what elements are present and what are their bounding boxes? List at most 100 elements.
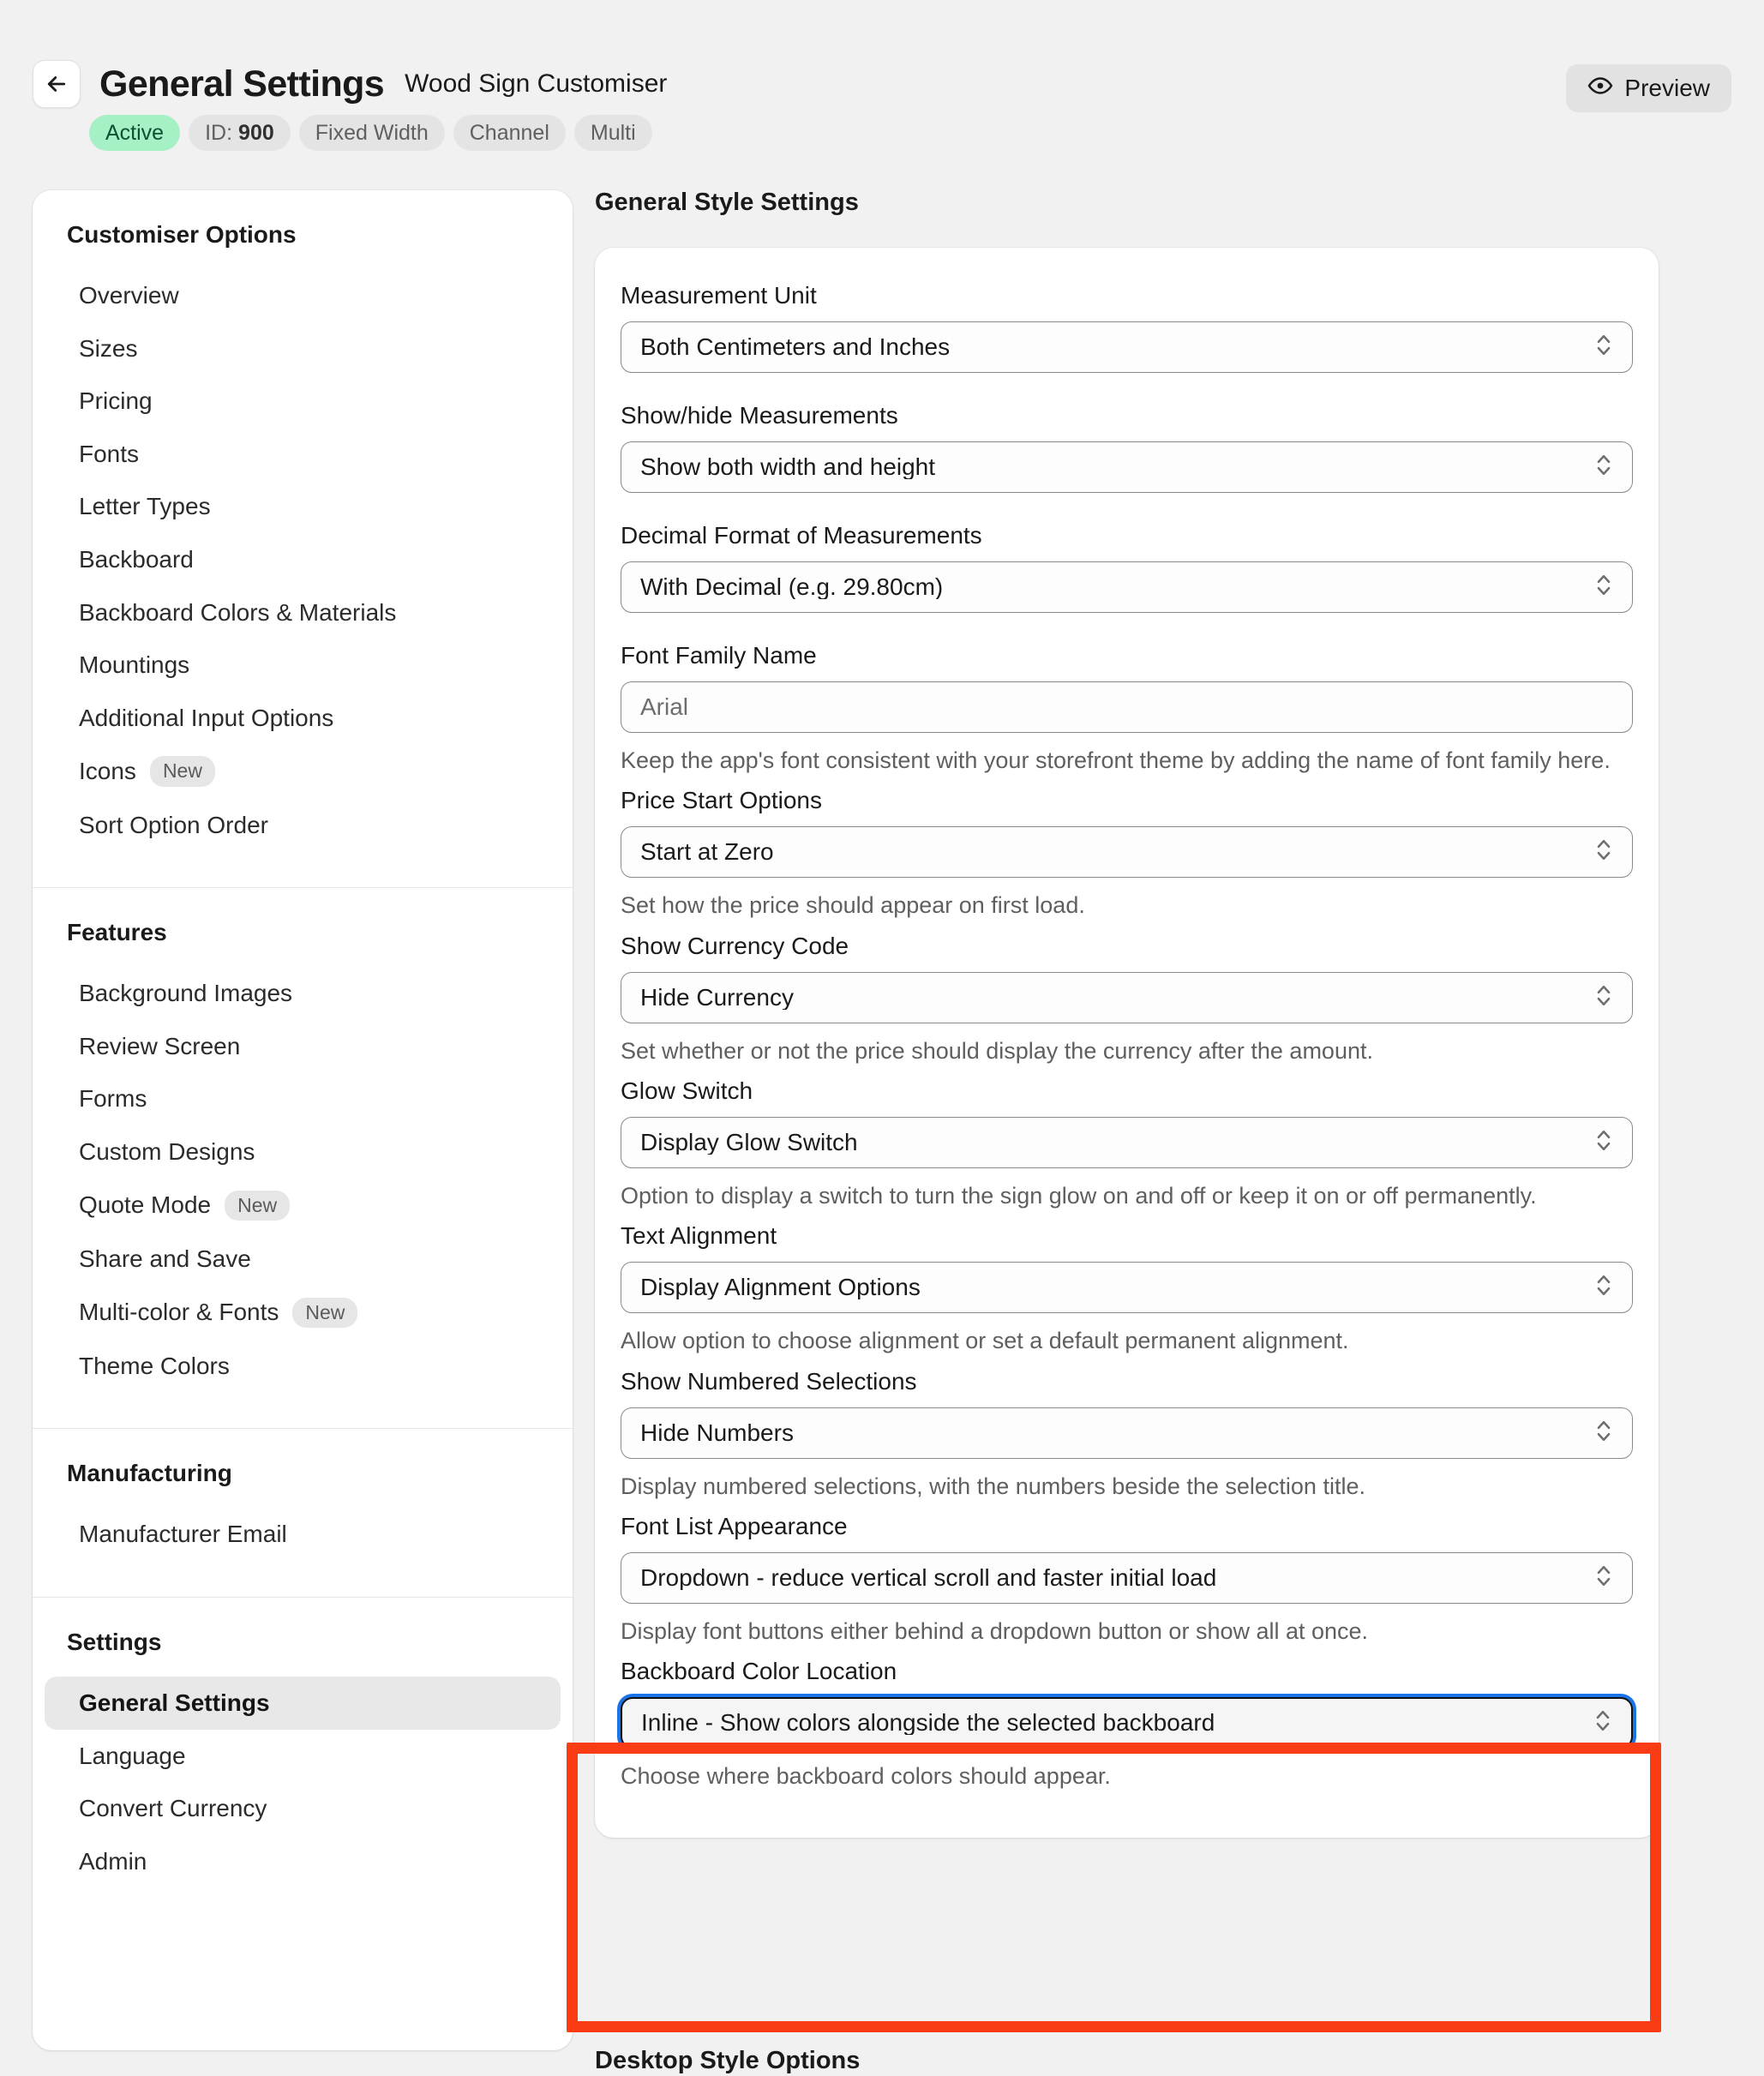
sidebar-item-fonts[interactable]: Fonts [45,428,561,481]
field-price-start-options: Price Start Options Start at Zero Set how … [621,785,1633,921]
select-price-start-options[interactable]: Start at Zero [621,826,1633,878]
badge-row: Active ID: 900 Fixed Width Channel Multi [89,115,652,151]
select-value: Display Alignment Options [640,1275,921,1299]
sidebar-group-heading: Features [33,921,573,945]
id-badge: ID: 900 [189,115,291,151]
chevron-updown-icon [1593,451,1615,484]
field-spacer [621,613,1633,632]
select-backboard-color-location[interactable]: Inline - Show colors alongside the selec… [621,1697,1633,1749]
sidebar-item-label: Backboard Colors & Materials [79,598,396,627]
fixed-width-badge: Fixed Width [299,115,445,151]
field-label: Show/hide Measurements [621,400,1633,430]
sidebar-item-pricing[interactable]: Pricing [45,375,561,428]
chevron-updown-icon [1593,1561,1615,1594]
select-value: Display Glow Switch [640,1131,858,1155]
channel-badge: Channel [453,115,566,151]
sidebar-item-review-screen[interactable]: Review Screen [45,1020,561,1073]
sidebar-item-sort-option-order[interactable]: Sort Option Order [45,799,561,852]
sidebar-group-heading: Manufacturing [33,1461,573,1485]
sidebar-item-label: Quote Mode [79,1191,211,1220]
sidebar-item-admin[interactable]: Admin [45,1835,561,1888]
select-value: Inline - Show colors alongside the selec… [641,1711,1215,1735]
field-label: Backboard Color Location [621,1656,1633,1686]
field-spacer [621,493,1633,512]
sidebar-item-label: Custom Designs [79,1137,255,1167]
desktop-style-options-title: Desktop Style Options [595,2049,860,2073]
sidebar-item-label: Pricing [79,387,153,416]
sidebar-item-label: Overview [79,281,179,310]
sidebar-group: Features Background ImagesReview ScreenFo… [33,887,573,1428]
sidebar-item-label: General Settings [79,1689,270,1718]
field-spacer [621,373,1633,392]
sidebar-item-sizes[interactable]: Sizes [45,322,561,375]
field-label: Decimal Format of Measurements [621,520,1633,550]
select-measurement-unit[interactable]: Both Centimeters and Inches [621,321,1633,373]
select-show-numbered-selections[interactable]: Hide Numbers [621,1407,1633,1459]
sidebar-item-mountings[interactable]: Mountings [45,639,561,692]
sidebar-item-label: Additional Input Options [79,704,333,733]
select-value: Hide Numbers [640,1421,794,1445]
field-helper-text: Set whether or not the price should disp… [621,1035,1633,1067]
sidebar-item-share-and-save[interactable]: Share and Save [45,1233,561,1286]
select-show-currency-code[interactable]: Hide Currency [621,972,1633,1023]
select-show-hide-measurements[interactable]: Show both width and height [621,441,1633,493]
field-label: Price Start Options [621,785,1633,815]
sidebar-item-label: Icons [79,757,136,786]
sidebar: Customiser Options Overview Sizes Pricing Fo… [33,190,573,2050]
sidebar-item-backboard[interactable]: Backboard [45,533,561,586]
sidebar-group: Customiser Options Overview Sizes Pricing Fo… [33,190,573,887]
sidebar-item-general-settings[interactable]: General Settings [45,1677,561,1730]
sidebar-item-language[interactable]: Language [45,1730,561,1783]
sidebar-item-label: Letter Types [79,492,211,521]
chevron-updown-icon [1593,836,1615,869]
sidebar-item-label: Admin [79,1847,147,1876]
field-label: Text Alignment [621,1221,1633,1251]
field-glow-switch: Glow SwitchDisplay Glow SwitchOption to … [621,1076,1633,1212]
sidebar-item-label: Sizes [79,334,137,363]
field-show-currency-code: Show Currency CodeHide CurrencySet wheth… [621,931,1633,1067]
section-title: General Style Settings [595,190,1659,215]
sidebar-item-background-images[interactable]: Background Images [45,967,561,1020]
id-badge-label: ID: [205,123,232,144]
chevron-updown-icon [1593,1416,1615,1449]
sidebar-item-quote-mode[interactable]: Quote ModeNew [45,1179,561,1233]
sidebar-item-manufacturer-email[interactable]: Manufacturer Email [45,1508,561,1561]
sidebar-item-letter-types[interactable]: Letter Types [45,480,561,533]
sidebar-group-heading: Settings [33,1630,573,1654]
sidebar-group: Settings General Settings Language Convert … [33,1597,573,1923]
sidebar-item-forms[interactable]: Forms [45,1072,561,1125]
sidebar-item-label: Convert Currency [79,1794,267,1823]
preview-button[interactable]: Preview [1566,64,1731,112]
input-font-family-name[interactable] [621,681,1633,733]
sidebar-item-theme-colors[interactable]: Theme Colors [45,1340,561,1393]
select-decimal-format-of-measurements[interactable]: With Decimal (e.g. 29.80cm) [621,561,1633,613]
sidebar-item-overview[interactable]: Overview [45,269,561,322]
sidebar-item-multi-color-fonts[interactable]: Multi-color & FontsNew [45,1286,561,1340]
sidebar-group: Manufacturing Manufacturer Email [33,1428,573,1597]
select-font-list-appearance[interactable]: Dropdown - reduce vertical scroll and fa… [621,1552,1633,1604]
back-button[interactable] [33,60,81,108]
sidebar-item-additional-input-options[interactable]: Additional Input Options [45,692,561,745]
sidebar-item-label: Language [79,1742,186,1771]
field-show-hide-measurements: Show/hide Measurements Show both width an… [621,400,1633,512]
select-glow-switch[interactable]: Display Glow Switch [621,1117,1633,1168]
sidebar-item-custom-designs[interactable]: Custom Designs [45,1125,561,1179]
sidebar-item-convert-currency[interactable]: Convert Currency [45,1782,561,1835]
sidebar-group-heading: Customiser Options [33,223,573,247]
sidebar-item-label: Manufacturer Email [79,1520,287,1549]
select-text-alignment[interactable]: Display Alignment Options [621,1262,1633,1313]
field-helper-text: Display font buttons either behind a dro… [621,1615,1633,1647]
sidebar-item-label: Sort Option Order [79,811,268,840]
chevron-updown-icon [1593,1271,1615,1305]
chevron-updown-icon [1593,1125,1615,1159]
sidebar-item-label: Theme Colors [79,1352,230,1381]
sidebar-item-icons[interactable]: IconsNew [45,744,561,798]
field-label: Show Numbered Selections [621,1366,1633,1396]
select-value: Start at Zero [640,840,774,864]
sidebar-item-backboard-colors-materials[interactable]: Backboard Colors & Materials [45,586,561,639]
field-helper-text: Set how the price should appear on first… [621,889,1633,921]
main-content: General Style Settings Measurement UnitB… [595,190,1659,1838]
fixed-width-badge-label: Fixed Width [315,123,429,144]
select-value: With Decimal (e.g. 29.80cm) [640,575,943,599]
title-row: General Settings Wood Sign Customiser [33,60,667,108]
